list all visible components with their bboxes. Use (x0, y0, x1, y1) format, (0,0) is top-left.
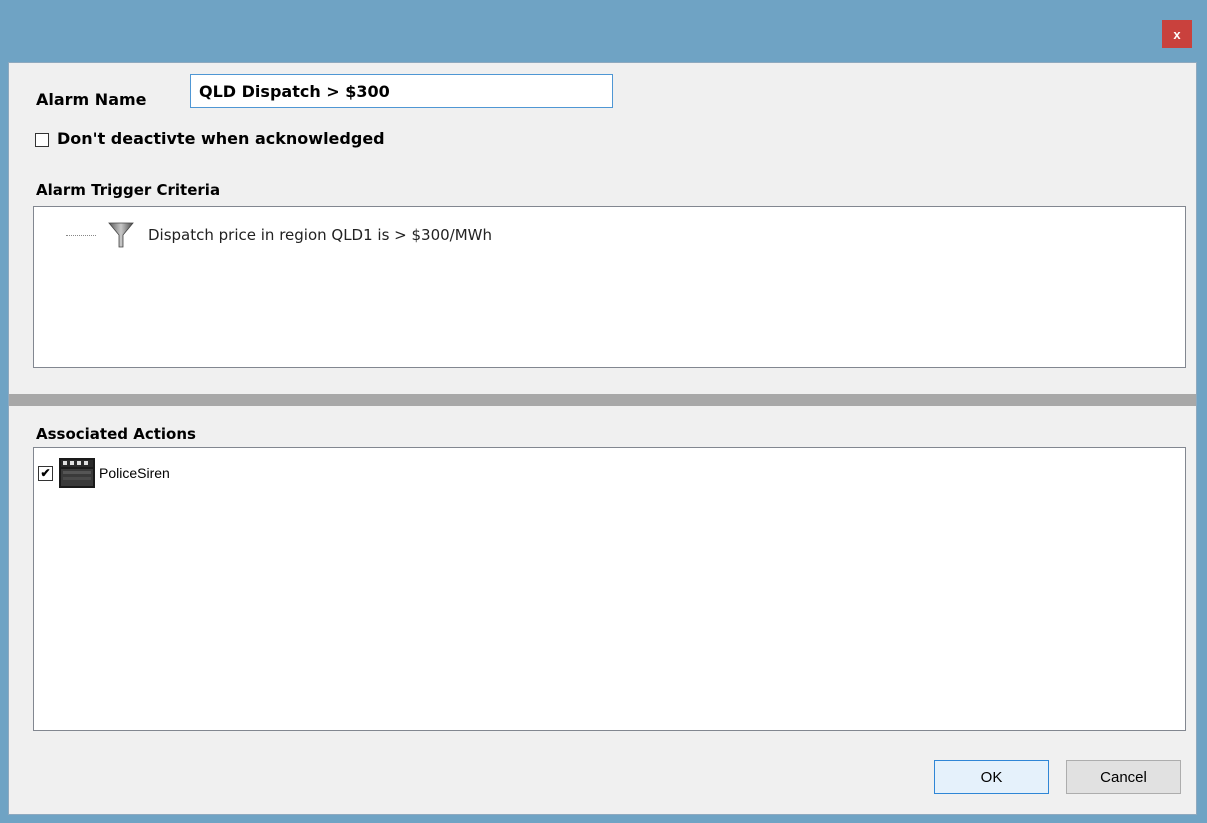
criteria-text: Dispatch price in region QLD1 is > $300/… (148, 226, 493, 244)
dont-deactivate-label: Don't deactivte when acknowledged (57, 129, 385, 148)
tree-connector (66, 234, 96, 236)
trigger-criteria-panel: Dispatch price in region QLD1 is > $300/… (33, 206, 1186, 368)
cancel-button[interactable]: Cancel (1066, 760, 1181, 794)
action-item[interactable]: ✔ PoliceSiren (38, 458, 170, 488)
alarm-name-label: Alarm Name (36, 90, 147, 109)
clapperboard-icon (59, 458, 95, 488)
criteria-tree-item[interactable]: Dispatch price in region QLD1 is > $300/… (66, 221, 492, 249)
filter-icon (108, 221, 134, 249)
trigger-criteria-title: Alarm Trigger Criteria (36, 181, 221, 199)
action-label: PoliceSiren (99, 465, 170, 481)
associated-actions-panel: ✔ PoliceSiren (33, 447, 1186, 731)
close-button[interactable]: x (1162, 20, 1192, 48)
ok-button[interactable]: OK (934, 760, 1049, 794)
dont-deactivate-checkbox[interactable] (35, 133, 49, 147)
alarm-name-input[interactable] (190, 74, 613, 108)
dialog-client: Alarm Name Don't deactivte when acknowle… (8, 62, 1197, 815)
action-checkbox[interactable]: ✔ (38, 465, 53, 481)
dialog-window: x Alarm Name Don't deactivte when acknow… (0, 0, 1207, 823)
associated-actions-title: Associated Actions (36, 425, 196, 443)
panel-splitter[interactable] (9, 394, 1196, 406)
